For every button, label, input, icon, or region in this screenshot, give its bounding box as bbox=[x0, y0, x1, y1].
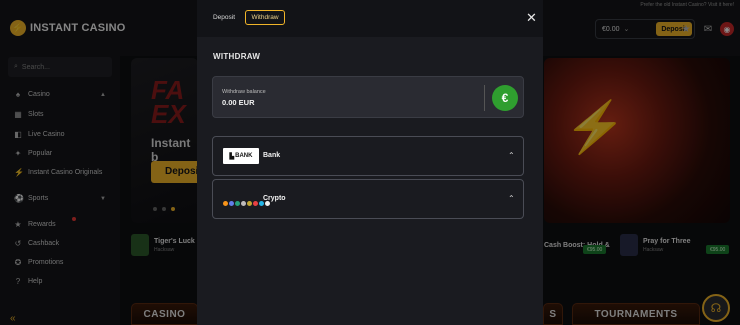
divider bbox=[484, 85, 485, 111]
bitcoin-icon bbox=[223, 200, 228, 206]
avalanche-icon bbox=[253, 200, 258, 206]
method-crypto[interactable]: Crypto ⌃ bbox=[212, 179, 524, 219]
page-title: WITHDRAW bbox=[213, 52, 261, 61]
close-icon[interactable]: ✕ bbox=[526, 11, 537, 24]
withdraw-balance-card: Withdraw balance 0.00 EUR € bbox=[212, 76, 524, 118]
ethereum-icon bbox=[229, 200, 234, 206]
tab-withdraw[interactable]: Withdraw bbox=[245, 10, 285, 25]
method-label: Bank bbox=[263, 152, 281, 159]
tab-deposit[interactable]: Deposit bbox=[209, 10, 239, 25]
method-bank[interactable]: ▙ BANK Bank ⌃ bbox=[212, 136, 524, 176]
tether-icon bbox=[235, 200, 240, 206]
bank-building-icon: ▙ bbox=[229, 153, 235, 160]
balance-value: 0.00 EUR bbox=[222, 98, 255, 107]
balance-label: Withdraw balance bbox=[222, 89, 266, 95]
litecoin-icon bbox=[241, 200, 246, 206]
bank-logo: ▙ BANK bbox=[223, 148, 259, 164]
wallet-modal: Deposit Withdraw ✕ WITHDRAW Withdraw bal… bbox=[197, 0, 543, 325]
chevron-up-icon[interactable]: ⌃ bbox=[508, 194, 515, 203]
modal-header: Deposit Withdraw ✕ bbox=[197, 0, 543, 37]
chevron-up-icon[interactable]: ⌃ bbox=[508, 151, 515, 160]
euro-icon[interactable]: € bbox=[492, 85, 518, 111]
dogecoin-icon bbox=[247, 200, 252, 206]
bank-logo-text: BANK bbox=[235, 153, 253, 159]
method-label: Crypto bbox=[263, 195, 286, 202]
